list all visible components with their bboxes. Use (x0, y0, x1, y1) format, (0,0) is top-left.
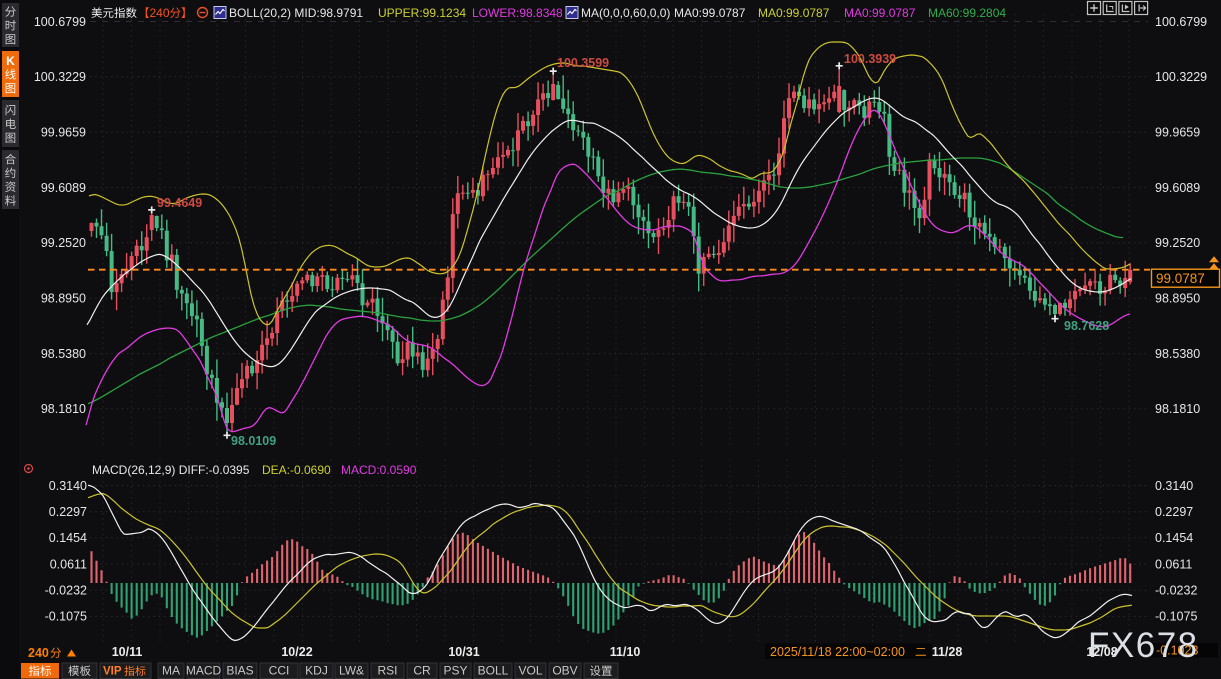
svg-text:0.0611: 0.0611 (50, 557, 87, 571)
svg-text:240: 240 (150, 6, 170, 20)
svg-text:VIP: VIP (103, 666, 122, 678)
svg-text:98.8950: 98.8950 (41, 292, 86, 306)
svg-text:0.2297: 0.2297 (1155, 505, 1193, 519)
svg-text:99.9659: 99.9659 (41, 126, 86, 140)
svg-text:0.1454: 0.1454 (49, 531, 87, 545)
svg-text:DEA:-0.0690: DEA:-0.0690 (262, 463, 331, 477)
svg-text:99.6089: 99.6089 (1155, 181, 1200, 195)
svg-text:0.2297: 0.2297 (49, 505, 87, 519)
svg-text:MA: MA (162, 664, 180, 678)
svg-text:KDJ: KDJ (305, 664, 328, 678)
svg-text:100.6799: 100.6799 (34, 15, 86, 29)
svg-text:VOL: VOL (518, 664, 542, 678)
svg-text:-0.0232: -0.0232 (1155, 584, 1197, 598)
svg-text:FX678: FX678 (1088, 626, 1199, 665)
svg-text:100.3229: 100.3229 (1155, 70, 1207, 84)
svg-text:100.3599: 100.3599 (557, 56, 609, 70)
svg-text:99.9659: 99.9659 (1155, 126, 1200, 140)
svg-text:-0.1075: -0.1075 (45, 610, 87, 624)
svg-text:98.1810: 98.1810 (41, 402, 86, 416)
svg-text:98.0109: 98.0109 (231, 434, 276, 448)
svg-text:OBV: OBV (552, 664, 577, 678)
svg-text:MA60:99.2804: MA60:99.2804 (928, 6, 1006, 20)
svg-text:98.1810: 98.1810 (1155, 402, 1200, 416)
svg-text:240: 240 (28, 646, 49, 660)
svg-text:99.2520: 99.2520 (1155, 236, 1200, 250)
svg-text:-0.1075: -0.1075 (1155, 610, 1197, 624)
svg-text:MA0:99.0787: MA0:99.0787 (674, 6, 746, 20)
svg-text:0.3140: 0.3140 (49, 479, 87, 493)
svg-text:-0.0232: -0.0232 (45, 584, 87, 598)
svg-text:MACD(26,12,9) DIFF:-0.0395: MACD(26,12,9) DIFF:-0.0395 (92, 463, 250, 477)
svg-text:BOLL(20,2) MID:98.9791: BOLL(20,2) MID:98.9791 (229, 6, 363, 20)
svg-text:98.5380: 98.5380 (41, 347, 86, 361)
svg-text:98.7628: 98.7628 (1064, 319, 1109, 333)
svg-text:RSI: RSI (377, 664, 397, 678)
svg-text:LOWER:98.8348: LOWER:98.8348 (472, 6, 563, 20)
svg-text:98.5380: 98.5380 (1155, 347, 1200, 361)
svg-text:11/28: 11/28 (932, 645, 963, 659)
svg-text:CR: CR (413, 664, 431, 678)
svg-text:10/11: 10/11 (112, 645, 143, 659)
svg-text:MA0:99.0787: MA0:99.0787 (844, 6, 916, 20)
svg-text:0.0611: 0.0611 (1155, 557, 1192, 571)
svg-text:PSY: PSY (443, 664, 467, 678)
svg-text:MACD:0.0590: MACD:0.0590 (341, 463, 417, 477)
svg-text:MACD: MACD (186, 664, 222, 678)
svg-text:98.8950: 98.8950 (1155, 292, 1200, 306)
svg-text:2025/11/18 22:00~02:00: 2025/11/18 22:00~02:00 (770, 645, 905, 659)
svg-text:99.6089: 99.6089 (41, 181, 86, 195)
svg-text:MA(0,0,0,60,0,0): MA(0,0,0,60,0,0) (581, 6, 670, 20)
svg-text:BOLL: BOLL (478, 664, 509, 678)
svg-text:BIAS: BIAS (226, 664, 253, 678)
svg-text:10/31: 10/31 (448, 645, 479, 659)
svg-text:CCI: CCI (269, 664, 290, 678)
svg-text:K: K (6, 54, 15, 68)
svg-text:99.2520: 99.2520 (41, 236, 86, 250)
svg-text:MA0:99.0787: MA0:99.0787 (758, 6, 830, 20)
svg-text:99.0787: 99.0787 (1156, 271, 1205, 286)
svg-text:11/10: 11/10 (610, 645, 641, 659)
svg-text:0.3140: 0.3140 (1155, 479, 1193, 493)
svg-text:100.3939: 100.3939 (844, 52, 896, 66)
svg-text:LW&: LW& (339, 664, 364, 678)
svg-text:10/22: 10/22 (281, 645, 312, 659)
svg-text:0.1454: 0.1454 (1155, 531, 1193, 545)
svg-text:UPPER:99.1234: UPPER:99.1234 (378, 6, 466, 20)
svg-text:100.3229: 100.3229 (34, 70, 86, 84)
svg-text:99.4649: 99.4649 (157, 196, 202, 210)
svg-text:100.6799: 100.6799 (1155, 15, 1207, 29)
